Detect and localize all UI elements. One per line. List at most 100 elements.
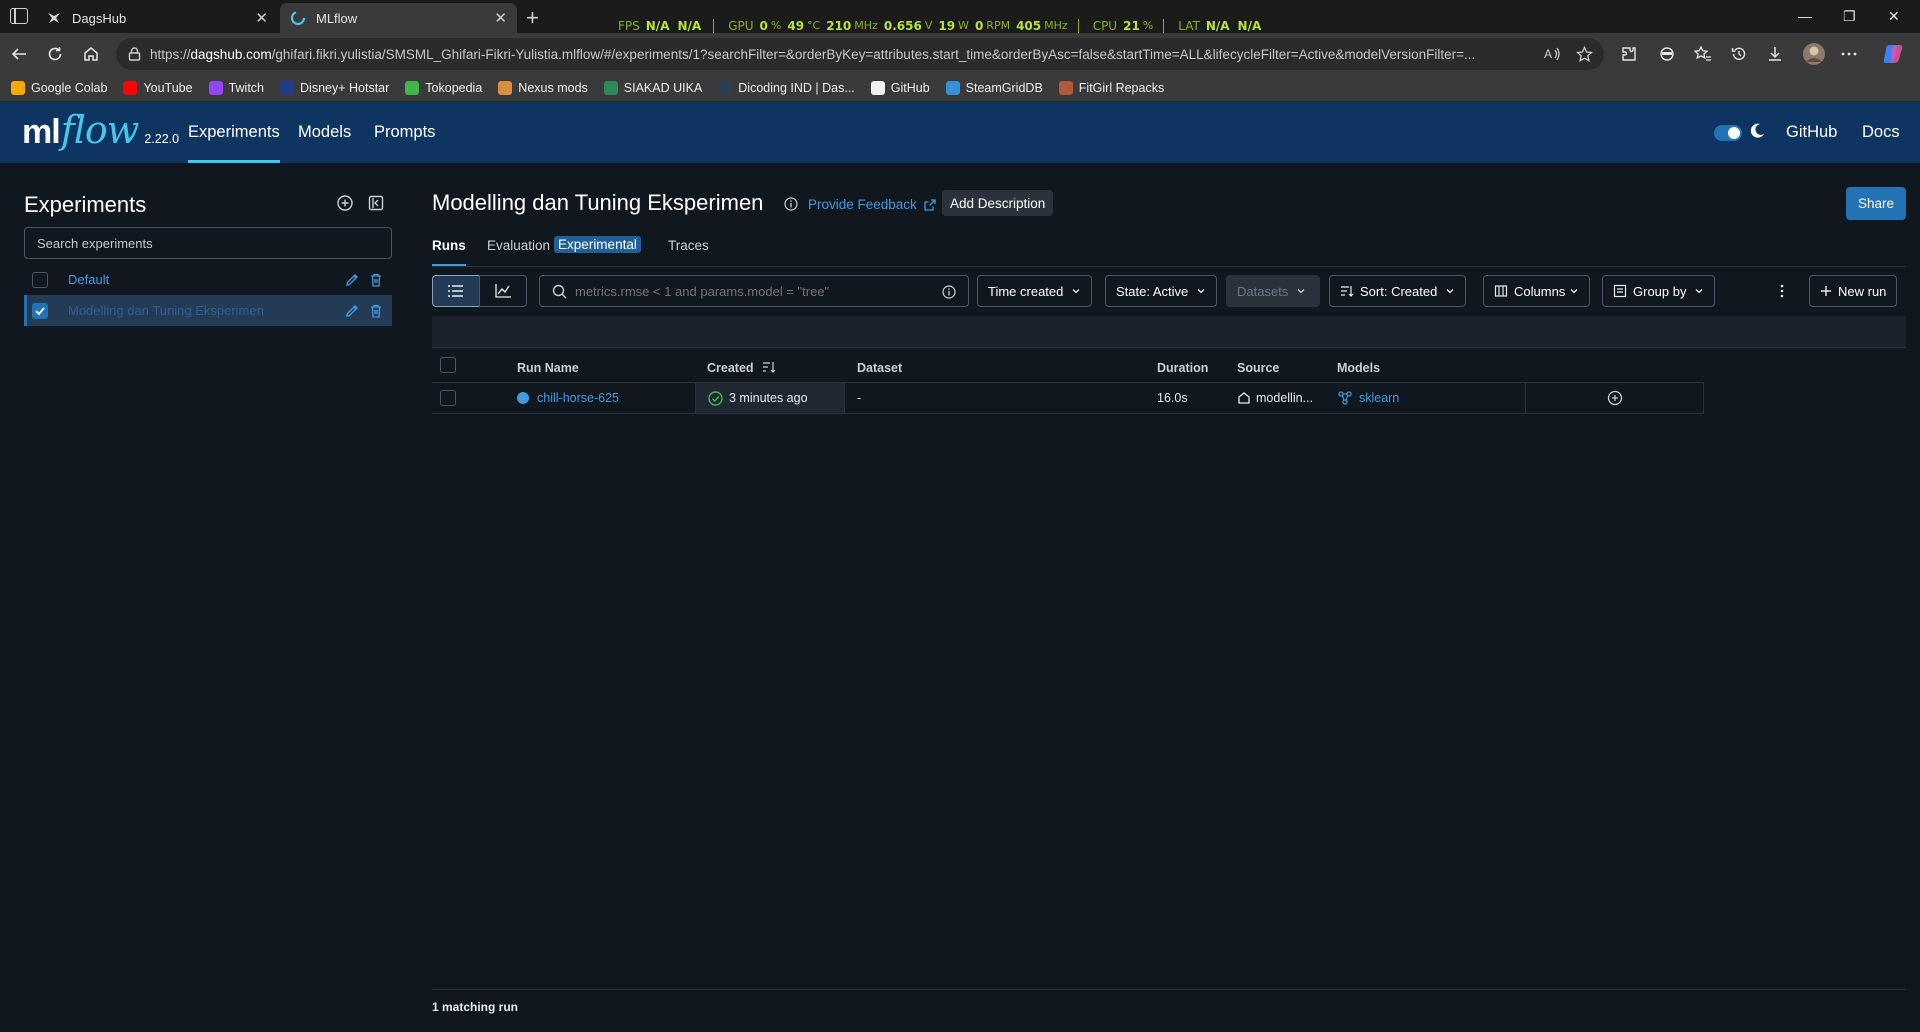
tab-evaluation[interactable]: Evaluation Experimental	[487, 236, 641, 266]
close-icon[interactable]: ✕	[255, 9, 268, 27]
extension-ninja-icon[interactable]	[1656, 43, 1678, 65]
experiment-name[interactable]: Default	[68, 272, 344, 287]
bookmark-item[interactable]: Disney+ Hotstar	[280, 81, 389, 95]
bookmark-item[interactable]: Twitch	[208, 81, 264, 95]
add-description-button[interactable]: Add Description	[942, 190, 1054, 216]
read-aloud-icon[interactable]: A	[1544, 46, 1562, 62]
state-dropdown[interactable]: State: Active	[1105, 275, 1218, 307]
sort-dropdown[interactable]: Sort: Created	[1329, 275, 1467, 307]
dataset-cell: -	[857, 391, 862, 405]
overlay-unit: W	[958, 19, 969, 32]
columns-dropdown[interactable]: Columns	[1483, 275, 1591, 307]
home-icon[interactable]	[80, 43, 102, 65]
model-link[interactable]: sklearn	[1359, 391, 1399, 405]
url-field[interactable]: https://dagshub.com/ghifari.fikri.yulist…	[116, 38, 1604, 70]
trash-icon[interactable]	[368, 303, 384, 319]
column-duration[interactable]: Duration	[1157, 361, 1208, 375]
tab-actions-icon[interactable]	[10, 8, 28, 24]
browser-tab-dagshub[interactable]: DagsHub ✕	[36, 3, 278, 33]
bookmark-item[interactable]: SteamGridDB	[945, 81, 1043, 95]
edit-icon[interactable]	[344, 303, 360, 319]
column-run-name[interactable]: Run Name	[517, 361, 579, 375]
chart-icon	[495, 284, 511, 298]
column-dataset[interactable]: Dataset	[857, 361, 902, 375]
collapse-sidebar-icon[interactable]	[367, 194, 385, 212]
bookmark-item[interactable]: Nexus mods	[498, 81, 588, 95]
search-icon	[552, 284, 567, 299]
trash-icon[interactable]	[368, 272, 384, 288]
refresh-icon[interactable]	[44, 43, 66, 65]
bookmark-item[interactable]: Tokopedia	[405, 81, 482, 95]
time-created-dropdown[interactable]: Time created	[977, 275, 1093, 307]
create-experiment-icon[interactable]	[336, 194, 354, 212]
tab-runs[interactable]: Runs	[432, 238, 466, 266]
runs-search-field[interactable]	[539, 275, 969, 307]
info-icon[interactable]	[784, 197, 798, 211]
bookmark-favicon-icon	[870, 81, 885, 95]
add-column-button[interactable]	[1525, 383, 1704, 413]
copilot-icon[interactable]	[1882, 43, 1904, 65]
more-options-icon[interactable]	[1838, 43, 1860, 65]
nav-experiments[interactable]: Experiments	[188, 102, 280, 163]
table-row[interactable]: chill-horse-625 3 minutes ago - 16.0s mo…	[432, 382, 1704, 414]
search-syntax-info-icon[interactable]	[942, 285, 956, 299]
extensions-icon[interactable]	[1618, 43, 1640, 65]
experiment-checkbox-checked[interactable]	[32, 302, 48, 319]
nav-models[interactable]: Models	[298, 102, 351, 163]
bookmark-item[interactable]: Dicoding IND | Das...	[718, 81, 855, 95]
column-models[interactable]: Models	[1337, 361, 1380, 375]
row-checkbox[interactable]	[440, 383, 456, 413]
table-view-button[interactable]	[432, 275, 480, 307]
back-icon[interactable]	[8, 43, 30, 65]
kebab-menu-icon[interactable]	[1779, 283, 1785, 299]
datasets-dropdown[interactable]: Datasets	[1226, 275, 1320, 307]
new-tab-icon[interactable]: +	[526, 5, 539, 31]
overlay-unit: V	[924, 19, 933, 32]
bookmark-item[interactable]: GitHub	[870, 81, 930, 95]
dropdown-label: Columns	[1514, 283, 1566, 299]
nav-prompts[interactable]: Prompts	[374, 102, 435, 163]
dark-mode-toggle[interactable]	[1714, 125, 1742, 141]
share-button[interactable]: Share	[1846, 187, 1906, 220]
bookmark-item[interactable]: YouTube	[123, 81, 193, 95]
chart-view-button[interactable]	[479, 275, 527, 307]
github-link[interactable]: GitHub	[1786, 102, 1837, 163]
bookmark-item[interactable]: Google Colab	[11, 81, 107, 95]
column-source[interactable]: Source	[1237, 361, 1279, 375]
mlflow-logo[interactable]: ml flow 2.22.0	[22, 108, 179, 152]
download-icon[interactable]	[1764, 43, 1786, 65]
sidebar-item-default[interactable]: Default	[24, 264, 392, 295]
source-cell[interactable]: modellin...	[1237, 383, 1313, 413]
minimize-icon[interactable]: —	[1798, 8, 1812, 24]
run-color-dot[interactable]	[517, 392, 529, 404]
group-by-dropdown[interactable]: Group by	[1602, 275, 1716, 307]
models-cell[interactable]: sklearn	[1337, 383, 1399, 413]
browser-tab-mlflow[interactable]: MLflow ✕	[280, 3, 517, 33]
edit-icon[interactable]	[344, 272, 360, 288]
favorite-star-icon[interactable]	[1576, 46, 1593, 63]
docs-link[interactable]: Docs	[1862, 102, 1900, 163]
window-close-icon[interactable]: ✕	[1888, 8, 1900, 25]
matching-runs-count: 1 matching run	[432, 1000, 519, 1014]
sidebar-item-modelling[interactable]: Modelling dan Tuning Eksperimen	[24, 295, 392, 326]
close-icon[interactable]: ✕	[494, 9, 507, 27]
tab-traces[interactable]: Traces	[668, 238, 709, 266]
chevron-down-icon	[1071, 286, 1081, 296]
profile-avatar[interactable]	[1801, 41, 1827, 67]
bookmark-item[interactable]: FitGirl Repacks	[1058, 81, 1164, 95]
overlay-lat-label: LAT	[1178, 18, 1200, 33]
restore-icon[interactable]: ❐	[1843, 8, 1856, 25]
bookmark-item[interactable]: SIAKAD UIKA	[603, 81, 702, 95]
runs-search-input[interactable]	[575, 283, 925, 299]
provide-feedback-link[interactable]: Provide Feedback	[808, 197, 937, 212]
experiment-name[interactable]: Modelling dan Tuning Eksperimen	[68, 303, 344, 318]
column-created[interactable]: Created	[707, 361, 776, 375]
favorites-icon[interactable]	[1692, 43, 1714, 65]
new-run-button[interactable]: New run	[1809, 275, 1898, 307]
experiment-checkbox[interactable]	[32, 271, 48, 288]
history-icon[interactable]	[1728, 43, 1750, 65]
run-name-cell[interactable]: chill-horse-625	[517, 383, 619, 413]
select-all-checkbox[interactable]	[440, 357, 456, 373]
run-name-link[interactable]: chill-horse-625	[537, 391, 619, 405]
search-experiments-input[interactable]	[24, 227, 392, 259]
